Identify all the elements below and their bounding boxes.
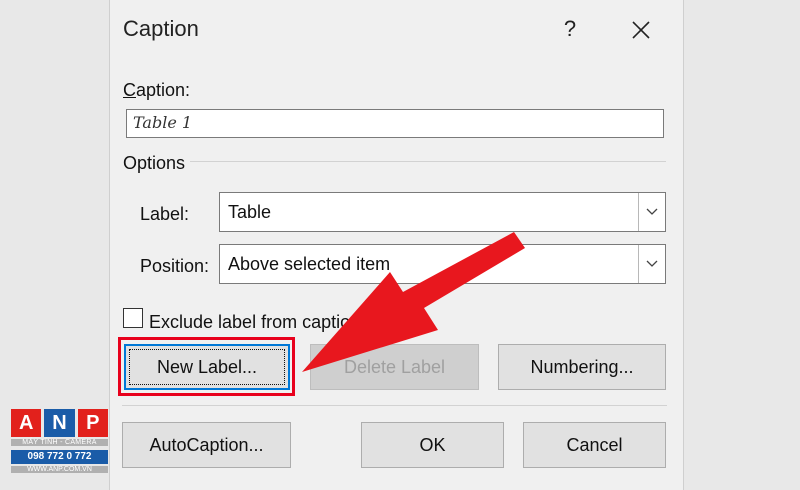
dialog-title: Caption xyxy=(123,16,199,41)
ok-button[interactable]: OK xyxy=(361,422,504,468)
delete-label-button: Delete Label xyxy=(310,344,479,390)
numbering-button[interactable]: Numbering... xyxy=(498,344,666,390)
exclude-label-text[interactable]: Exclude label from caption xyxy=(149,312,360,333)
caption-label: Caption: xyxy=(123,80,191,100)
autocaption-button[interactable]: AutoCaption... xyxy=(122,422,291,468)
label-dropdown-button[interactable] xyxy=(638,193,665,231)
logo-letter-a: A xyxy=(11,409,42,437)
close-button[interactable] xyxy=(627,14,655,46)
cancel-button-text: Cancel xyxy=(566,434,623,455)
position-select[interactable]: Above selected item xyxy=(219,244,666,284)
highlight-box xyxy=(118,337,295,396)
bottom-divider xyxy=(122,405,667,406)
title-bar: Caption ? xyxy=(110,0,683,62)
options-heading: Options xyxy=(123,153,186,173)
cancel-button[interactable]: Cancel xyxy=(523,422,666,468)
logo-letters: A N P xyxy=(11,409,108,437)
caption-input[interactable]: Table 1 xyxy=(126,109,664,138)
chevron-down-icon xyxy=(646,260,658,267)
exclude-label-checkbox[interactable] xyxy=(123,308,143,328)
autocaption-button-text: AutoCaption... xyxy=(149,434,264,455)
options-divider xyxy=(190,161,666,162)
logo-website: WWW.ANP.COM.VN xyxy=(11,466,108,473)
logo-letter-p: P xyxy=(77,409,108,437)
help-button[interactable]: ? xyxy=(558,16,582,46)
label-select[interactable]: Table xyxy=(219,192,666,232)
caption-dialog: Caption ? Caption: Table 1 Options Label… xyxy=(109,0,684,490)
position-select-value: Above selected item xyxy=(228,254,391,274)
logo-tagline: MÁY TÍNH - CAMERA xyxy=(11,439,108,446)
chevron-down-icon xyxy=(646,208,658,215)
logo-letter-n: N xyxy=(44,409,75,437)
position-dropdown-button[interactable] xyxy=(638,245,665,283)
watermark-logo: A N P MÁY TÍNH - CAMERA 098 772 0 772 WW… xyxy=(11,409,108,481)
logo-phone: 098 772 0 772 xyxy=(11,450,108,464)
numbering-button-text: Numbering... xyxy=(530,356,634,377)
close-icon xyxy=(632,21,650,39)
caption-label-text: aption: xyxy=(136,80,191,100)
position-field-label: Position: xyxy=(140,256,210,276)
label-select-value: Table xyxy=(228,202,272,222)
ok-button-text: OK xyxy=(419,434,446,455)
delete-label-button-text: Delete Label xyxy=(343,356,446,377)
label-field-label: Label: xyxy=(140,204,190,224)
